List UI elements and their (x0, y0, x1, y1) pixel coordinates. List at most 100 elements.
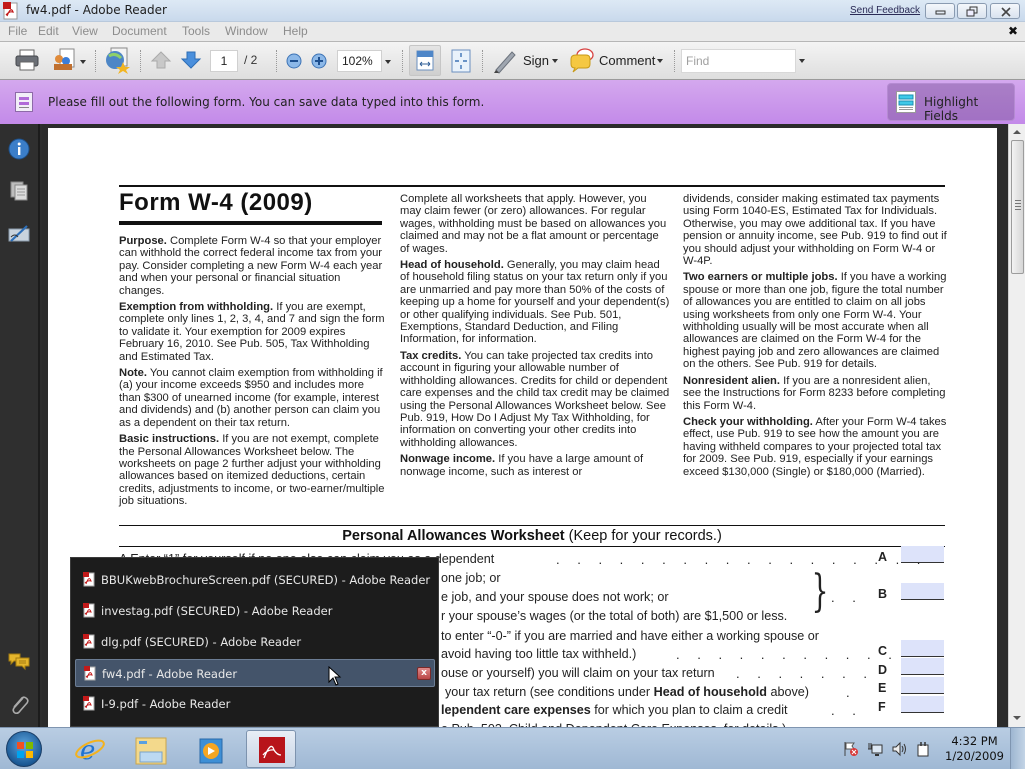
network-icon[interactable] (867, 741, 883, 757)
start-button[interactable] (6, 731, 42, 767)
paragraph-check-withholding: Check your withholding. After your Form … (683, 415, 947, 478)
show-desktop-button[interactable] (1010, 728, 1025, 769)
system-clock[interactable]: 4:32 PM 1/20/2009 (945, 734, 1004, 764)
send-feedback-link[interactable]: Send Feedback (850, 5, 920, 16)
signatures-icon[interactable] (8, 223, 30, 245)
page-total-label: / 2 (244, 53, 258, 67)
highlight-fields-button[interactable]: Highlight Fields (887, 83, 1015, 123)
field-c[interactable] (901, 640, 944, 657)
restore-button[interactable] (957, 3, 987, 19)
taskbar-windows-explorer[interactable] (126, 730, 176, 768)
find-dropdown-icon[interactable] (799, 59, 805, 63)
taskbar-adobe-reader[interactable] (246, 730, 296, 768)
scroll-down-icon[interactable] (1013, 716, 1021, 720)
close-window-preview-button[interactable]: x (417, 667, 431, 680)
form-icon (15, 92, 33, 112)
window-list-item[interactable]: dlg.pdf (SECURED) - Adobe Reader (75, 628, 435, 656)
volume-icon[interactable] (891, 741, 907, 757)
screen: fw4.pdf - Adobe Reader Send Feedback Fil… (0, 0, 1025, 769)
collaborate-icon[interactable] (50, 47, 80, 75)
window-list-label: fw4.pdf - Adobe Reader (102, 667, 238, 681)
window-list-item[interactable]: I-9.pdf - Adobe Reader (75, 690, 435, 718)
menu-document[interactable]: Document (112, 24, 167, 38)
pages-icon[interactable] (8, 180, 30, 202)
zoom-in-icon[interactable] (310, 52, 328, 80)
document-info-icon[interactable] (8, 138, 30, 160)
comment-icon[interactable] (568, 47, 596, 75)
comment-button[interactable]: Comment (599, 53, 655, 68)
close-icon (1001, 7, 1011, 17)
paragraph-two-earners: Two earners or multiple jobs. If you hav… (683, 271, 947, 371)
collaborate-dropdown-icon[interactable] (80, 60, 86, 64)
windows-logo-icon (17, 742, 33, 758)
fit-width-button[interactable] (409, 45, 441, 76)
sign-dropdown-icon[interactable] (552, 59, 558, 63)
media-player-icon (199, 738, 223, 764)
leader-dots: . . (831, 590, 863, 605)
close-document-icon[interactable]: ✖ (1008, 24, 1018, 38)
paragraph-dividends: dividends, consider making estimated tax… (683, 193, 947, 268)
menu-edit[interactable]: Edit (38, 24, 59, 38)
zoom-level-input[interactable]: 102% (337, 50, 382, 72)
power-icon[interactable] (915, 741, 931, 757)
paragraph-tax-credits: Tax credits. You can take projected tax … (400, 349, 670, 449)
pdf-file-icon (83, 634, 95, 649)
find-input[interactable]: Find (681, 49, 796, 73)
window-list-label: I-9.pdf - Adobe Reader (101, 697, 231, 711)
paragraph-exemption: Exemption from withholding. If you are e… (119, 301, 385, 363)
secure-icon[interactable] (103, 46, 131, 74)
field-d[interactable] (901, 658, 944, 675)
minimize-button[interactable] (925, 3, 955, 19)
page-number-input[interactable]: 1 (210, 50, 238, 72)
pdf-file-icon (83, 572, 95, 587)
leader-dots: . . . . . . . (736, 666, 874, 681)
print-icon[interactable] (14, 48, 40, 76)
scroll-up-icon[interactable] (1013, 130, 1021, 134)
window-list-item[interactable]: BBUKwebBrochureScreen.pdf (SECURED) - Ad… (75, 566, 435, 594)
comment-dropdown-icon[interactable] (657, 59, 663, 63)
fit-width-icon (416, 50, 434, 71)
paragraph-basic-instructions: Basic instructions. If you are not exemp… (119, 433, 385, 508)
pdf-file-icon (84, 666, 96, 681)
next-page-icon[interactable] (180, 50, 202, 78)
menu-view[interactable]: View (72, 24, 98, 38)
attachments-icon[interactable] (8, 694, 30, 716)
field-f[interactable] (901, 696, 944, 713)
menu-help[interactable]: Help (283, 24, 308, 38)
field-e[interactable] (901, 677, 944, 694)
clock-time: 4:32 PM (951, 734, 998, 748)
field-a[interactable] (901, 546, 944, 563)
field-b[interactable] (901, 583, 944, 600)
pdf-file-icon (83, 603, 95, 618)
sign-pen-icon[interactable] (492, 48, 518, 76)
taskbar-media-player[interactable] (187, 730, 237, 768)
menu-tools[interactable]: Tools (182, 24, 210, 38)
vertical-scrollbar[interactable] (1008, 124, 1025, 727)
worksheet-line-f: lependent care expenses for which you pl… (441, 703, 788, 717)
scrollbar-thumb[interactable] (1011, 140, 1024, 274)
leader-dots: . . . . . . . . . . . . . . . . . . (556, 552, 928, 567)
adobe-reader-icon (259, 737, 285, 763)
close-window-button[interactable] (990, 3, 1020, 19)
full-screen-icon[interactable] (450, 48, 472, 76)
sign-button[interactable]: Sign (523, 53, 549, 68)
leader-dots: . . . . . . . . . . . (676, 647, 899, 662)
highlight-fields-label: Highlight Fields (924, 95, 979, 123)
worksheet-line-c2: avoid having too little tax withheld.) (441, 647, 637, 661)
zoom-dropdown-icon[interactable] (385, 60, 391, 64)
window-list-label: BBUKwebBrochureScreen.pdf (SECURED) - Ad… (101, 573, 431, 587)
taskbar-internet-explorer[interactable]: e (65, 730, 115, 768)
window-list-item-active[interactable]: fw4.pdf - Adobe Reader x (75, 659, 435, 687)
adobe-reader-icon (3, 2, 18, 20)
leader-dots: . (846, 685, 857, 700)
menu-file[interactable]: File (8, 24, 27, 38)
comments-icon[interactable] (8, 650, 30, 672)
action-center-flag-icon[interactable] (843, 741, 859, 757)
worksheet-top-rule (119, 525, 945, 526)
zoom-out-icon[interactable] (285, 52, 303, 80)
paragraph-purpose: Purpose. Complete Form W-4 so that your … (119, 235, 383, 297)
menu-window[interactable]: Window (225, 24, 268, 38)
line-label-a: A (878, 550, 888, 564)
previous-page-icon[interactable] (150, 50, 172, 78)
window-list-item[interactable]: investag.pdf (SECURED) - Adobe Reader (75, 597, 435, 625)
